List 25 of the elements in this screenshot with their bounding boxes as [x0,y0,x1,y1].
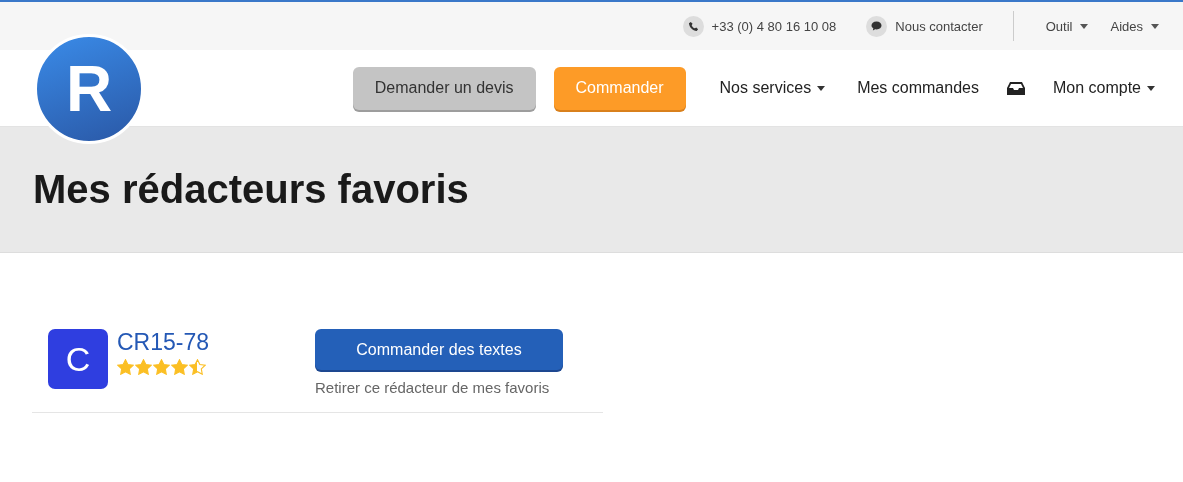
phone-number: +33 (0) 4 80 16 10 08 [711,18,837,34]
nav-menu[interactable]: Nos services [719,79,826,97]
nav-link[interactable]: Mes commandes [857,79,979,97]
inbox-icon[interactable] [1006,81,1025,95]
nav-menu[interactable]: Mon compte [1052,79,1155,97]
quote-button[interactable]: Demander un devis [352,66,536,110]
remove-favorite-link[interactable]: Retirer ce rédacteur de mes favoris [315,379,550,396]
caret-icon [1151,23,1159,29]
contact-link[interactable]: Nous contacter [895,18,983,34]
star-icon [189,359,206,375]
menu-button[interactable]: Outil [1045,18,1089,34]
caret-icon [1147,85,1155,91]
chat-icon [866,15,888,37]
writer-name[interactable]: CR15-78 [117,329,315,356]
page-title: Mes rédacteurs favoris [33,167,469,212]
writer-avatar: C [48,329,108,389]
star-icon [117,359,134,375]
menu-button[interactable]: Aides [1110,18,1159,34]
star-icon [135,359,152,375]
order-texts-button[interactable]: Commander des textes [315,329,563,370]
star-icon [153,359,170,375]
star-icon [171,359,188,375]
phone-icon [682,15,704,37]
caret-icon [1080,23,1089,29]
caret-icon [817,85,826,91]
